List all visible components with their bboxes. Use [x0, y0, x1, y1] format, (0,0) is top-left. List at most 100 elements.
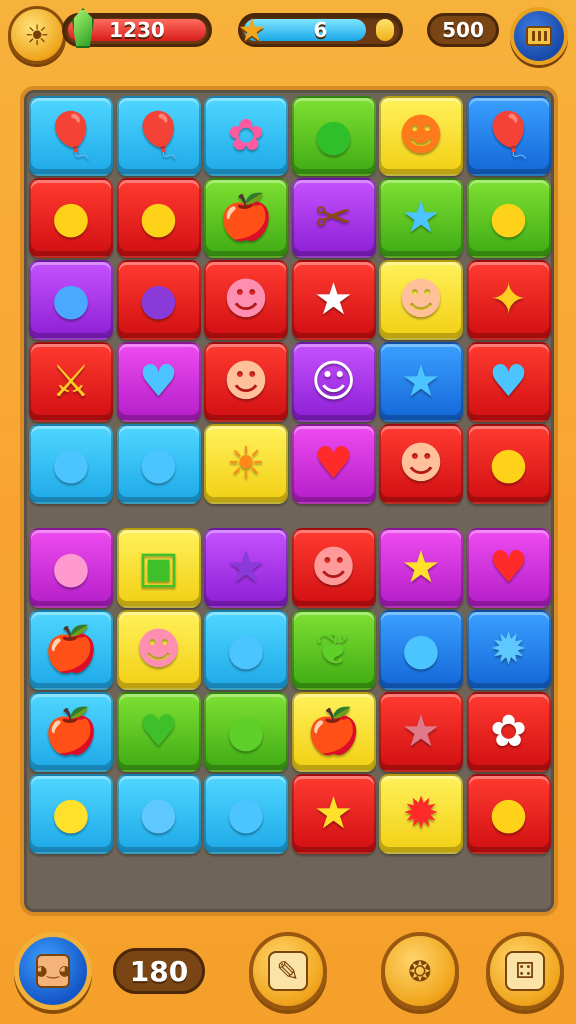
pink-block-face-icon: ☻ — [310, 542, 357, 593]
tile-red-splat[interactable]: ✹ — [379, 774, 463, 854]
tile-sun-flower[interactable]: ☀ — [204, 424, 288, 504]
dice-booster-button[interactable]: ⚃ — [486, 932, 564, 1010]
tile-green-heart[interactable]: ♥ — [116, 692, 201, 772]
blue-heart-icon: ♥ — [488, 356, 529, 407]
tile-blue-balloon[interactable]: 🎈 — [466, 96, 551, 176]
tile-red-apple[interactable]: 🍎 — [29, 692, 113, 772]
tile-blue-star[interactable]: ★ — [379, 342, 463, 422]
bottom-bar: ◕‿◕ 180 ✎ ❂ ⚃ — [0, 924, 576, 1024]
tile-green-blob[interactable]: ● — [291, 96, 376, 176]
tile-flower-bouquet[interactable]: ✿ — [204, 96, 288, 176]
seed-pod-icon: ❂ — [408, 954, 432, 988]
yellow-lemon-icon: ● — [51, 788, 91, 839]
pause-button[interactable] — [510, 7, 568, 65]
tile-purple-bomb[interactable]: ● — [116, 260, 201, 340]
tile-yellow-balloon[interactable]: ● — [29, 178, 113, 258]
tile-pink-face[interactable]: ☻ — [116, 610, 201, 690]
lemon-icon: ● — [139, 192, 178, 243]
tile-peach-face[interactable]: ☻ — [379, 260, 463, 340]
sun-flower-icon: ☀ — [226, 438, 266, 489]
tile-lemon[interactable]: ● — [466, 424, 551, 504]
blue-shell-icon: ● — [51, 274, 91, 325]
tile-purple-star[interactable]: ★ — [204, 528, 288, 608]
hammer-card-icon: ✎ — [268, 951, 308, 991]
tile-blue-shell[interactable]: ● — [29, 260, 113, 340]
tile-red-apple[interactable]: 🍎 — [204, 178, 288, 258]
tile-yellow-star[interactable]: ★ — [291, 774, 376, 854]
tile-blue-star[interactable]: ★ — [379, 178, 463, 258]
crossed-swords-icon: ⚔ — [51, 356, 91, 407]
hero-portrait-icon: ◕‿◕ — [35, 954, 71, 988]
golden-wand-icon: ✦ — [490, 274, 527, 325]
tile-crossed-swords[interactable]: ⚔ — [29, 342, 113, 422]
purple-star-icon: ★ — [226, 542, 266, 593]
tile-blue-bomb[interactable]: ● — [116, 424, 201, 504]
blue-balloon-icon: ● — [226, 788, 266, 839]
tile-lemon[interactable]: ● — [116, 178, 201, 258]
tile-scissors[interactable]: ✂ — [291, 178, 376, 258]
pink-star-face-icon: ★ — [401, 706, 441, 757]
tile-blue-balloon[interactable]: ● — [204, 774, 288, 854]
blue-bug-icon: ✹ — [490, 624, 527, 675]
tile-blue-balloon[interactable]: ● — [29, 424, 113, 504]
tile-pink-shell[interactable]: ● — [29, 528, 113, 608]
globe-balloon-icon: 🎈 — [43, 110, 99, 161]
tile-green-leaf[interactable]: ● — [204, 692, 288, 772]
tile-red-apple[interactable]: 🍎 — [291, 692, 376, 772]
tile-white-flower[interactable]: ✿ — [466, 692, 551, 772]
tile-red-apple[interactable]: 🍎 — [29, 610, 113, 690]
blue-bomb-icon: ● — [401, 624, 441, 675]
tile-red-heart[interactable]: ♥ — [466, 528, 551, 608]
tile-blue-heart[interactable]: ♥ — [116, 342, 201, 422]
tile-yellow-ball[interactable]: ● — [466, 774, 551, 854]
game-board: 🎈 🎈 ✿ ● ☻ 🎈 ● ● 🍎 ✂ ★ ● ● ● ☻ ★ ☻ ✦ ⚔ ♥ ☻ ☺ ★ ♥ ● ● ☀ ♥ ☻ ● ● ▣ ★ ☻ ★ ♥ 🍎 ☻ ● ❦… — [20, 86, 558, 916]
lemon-icon: ● — [489, 192, 528, 243]
yellow-star-icon: ★ — [313, 788, 354, 839]
hammer-booster-button[interactable]: ✎ — [249, 932, 327, 1010]
red-splat-icon: ✹ — [402, 788, 440, 839]
hero-button[interactable]: ◕‿◕ — [14, 932, 92, 1010]
tile-lemon[interactable]: ● — [466, 178, 551, 258]
moves-counter: 180 — [113, 948, 205, 994]
white-star-icon: ★ — [313, 274, 354, 325]
tile-green-leaf[interactable]: ❦ — [291, 610, 376, 690]
tile-pink-face[interactable]: ☻ — [204, 260, 288, 340]
red-heart-icon: ♥ — [313, 438, 354, 489]
tile-blue-bomb[interactable]: ● — [379, 610, 463, 690]
tile-blue-bug[interactable]: ✹ — [466, 610, 551, 690]
white-face-icon: ☺ — [310, 356, 357, 407]
orange-face-icon: ☻ — [398, 110, 444, 161]
tile-globe-balloon[interactable]: 🎈 — [29, 96, 113, 176]
lemon-icon: ● — [489, 438, 528, 489]
tile-peach-face[interactable]: ☻ — [379, 424, 463, 504]
tile-blue-heart[interactable]: ♥ — [466, 342, 551, 422]
blue-star-icon: ★ — [401, 192, 441, 243]
blue-balloon-icon: ● — [51, 438, 91, 489]
tile-white-star[interactable]: ★ — [291, 260, 376, 340]
tile-blue-heart[interactable]: ● — [204, 610, 288, 690]
flower-bouquet-icon: ✿ — [227, 110, 265, 161]
red-apple-icon: 🍎 — [43, 706, 99, 757]
tile-blue-bubble[interactable]: ● — [116, 774, 201, 854]
tile-orange-face[interactable]: ☻ — [379, 96, 463, 176]
tile-yellow-star[interactable]: ★ — [379, 528, 463, 608]
tile-yellow-lemon[interactable]: ● — [29, 774, 113, 854]
star-icon: ★ — [237, 11, 267, 49]
tile-peach-face[interactable]: ☻ — [204, 342, 288, 422]
tile-red-heart[interactable]: ♥ — [291, 424, 376, 504]
red-apple-icon: 🍎 — [306, 706, 361, 757]
tile-pink-star-face[interactable]: ★ — [379, 692, 463, 772]
yellow-balloon-icon: ● — [51, 192, 91, 243]
blue-balloon-icon: 🎈 — [131, 110, 186, 161]
green-blob-icon: ● — [314, 110, 353, 161]
tile-pink-block-face[interactable]: ☻ — [291, 528, 376, 608]
blue-balloon-icon: 🎈 — [481, 110, 536, 161]
tile-white-face[interactable]: ☺ — [291, 342, 376, 422]
blue-star-icon: ★ — [401, 356, 441, 407]
tile-blue-balloon[interactable]: 🎈 — [116, 96, 201, 176]
green-leaf-icon: ❦ — [315, 624, 352, 675]
sun-badge-icon[interactable]: ☀ — [8, 6, 66, 64]
seed-booster-button[interactable]: ❂ — [381, 932, 459, 1010]
tile-golden-wand[interactable]: ✦ — [466, 260, 551, 340]
tile-green-crate[interactable]: ▣ — [116, 528, 201, 608]
